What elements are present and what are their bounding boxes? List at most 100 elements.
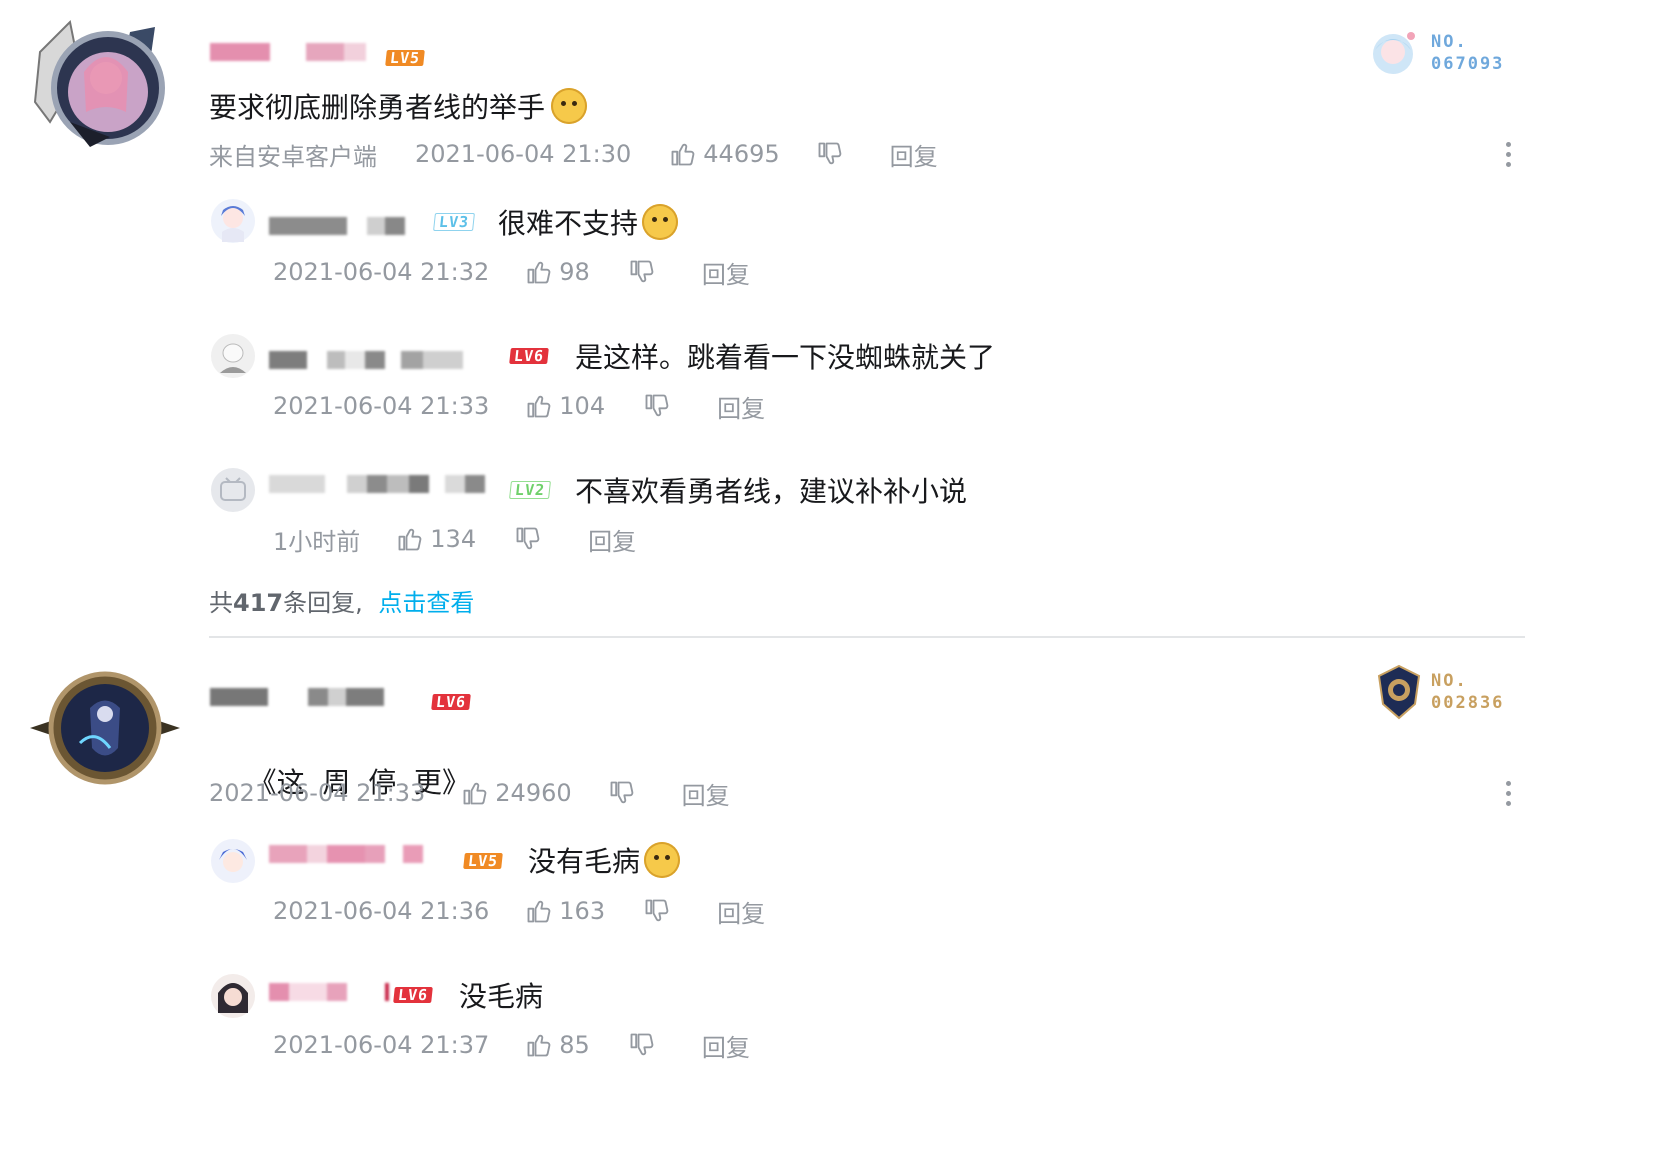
level-badge-text: LV5: [385, 49, 425, 67]
reply-button[interactable]: 回复: [717, 389, 765, 424]
reply-button[interactable]: 回复: [702, 255, 750, 290]
view-all-replies-link[interactable]: 点击查看: [378, 589, 474, 617]
fan-badge: NO. 002836: [1375, 664, 1504, 720]
reply-avatar[interactable]: [210, 333, 256, 383]
dislike-button[interactable]: [608, 779, 636, 807]
like-count: 163: [559, 897, 606, 925]
dislike-button[interactable]: [816, 140, 844, 168]
level-badge-text: LV3: [433, 213, 476, 231]
reply-button[interactable]: 回复: [890, 137, 938, 172]
reply-button[interactable]: 回复: [682, 776, 730, 811]
reply-button[interactable]: 回复: [588, 522, 636, 557]
reply-meta: 2021-06-04 21:37 85 回复: [273, 1028, 750, 1063]
thumb-down-icon: [608, 779, 636, 807]
reply-username[interactable]: [269, 980, 389, 1004]
fan-badge-label: NO.: [1431, 671, 1468, 691]
thumb-down-icon: [628, 1031, 656, 1059]
thumb-up-icon: [669, 140, 697, 168]
doge-emoji: [551, 88, 588, 124]
like-count: 104: [559, 392, 606, 420]
thumb-up-icon: [525, 897, 553, 925]
thumb-up-icon: [461, 779, 489, 807]
timestamp: 2021-06-04 21:37: [273, 1031, 490, 1059]
thumb-down-icon: [816, 140, 844, 168]
level-badge-text: LV6: [393, 986, 433, 1004]
reply-username[interactable]: [269, 214, 405, 238]
like-button[interactable]: 163: [525, 897, 605, 925]
dislike-button[interactable]: [643, 897, 671, 925]
like-count: 85: [559, 1031, 590, 1059]
like-button[interactable]: 24960: [461, 779, 572, 807]
level-badge: LV6: [431, 692, 471, 711]
summary-suffix: 条回复,: [283, 589, 363, 617]
fan-badge-label: NO.: [1431, 32, 1468, 52]
reply-content: 很难不支持: [498, 207, 639, 240]
fan-badge-number: 002836: [1431, 693, 1505, 713]
like-count: 98: [559, 258, 590, 286]
timestamp: 2021-06-04 21:30: [415, 140, 632, 168]
dislike-button[interactable]: [628, 258, 656, 286]
comment-text: 要求彻底删除勇者线的举手: [209, 86, 588, 126]
summary-prefix: 共: [209, 589, 233, 617]
reply-button[interactable]: 回复: [702, 1028, 750, 1063]
reply-button[interactable]: 回复: [717, 894, 765, 929]
reply-avatar[interactable]: [210, 973, 256, 1023]
more-menu-icon[interactable]: [1504, 142, 1512, 167]
fan-badge-icon: [1373, 32, 1415, 74]
dislike-button[interactable]: [514, 525, 542, 553]
reply-content: 没毛病: [459, 980, 544, 1013]
reply-meta: 2021-06-04 21:33 104 回复: [273, 389, 765, 424]
reply-username[interactable]: [269, 842, 423, 866]
reply-text: 不喜欢看勇者线，建议补补小说: [575, 470, 967, 510]
reply-text: 没毛病: [459, 975, 543, 1015]
avatar[interactable]: [30, 668, 180, 788]
avatar[interactable]: [30, 12, 180, 152]
like-button[interactable]: 44695: [669, 140, 780, 168]
reply-avatar[interactable]: [210, 838, 256, 888]
reply-count: 417: [233, 589, 284, 617]
timestamp: 2021-06-04 21:33: [209, 779, 426, 807]
like-button[interactable]: 134: [396, 525, 476, 553]
username[interactable]: [210, 40, 366, 64]
like-count: 24960: [495, 779, 572, 807]
level-badge: LV5: [463, 851, 503, 870]
thumb-down-icon: [643, 392, 671, 420]
thumb-down-icon: [628, 258, 656, 286]
like-count: 44695: [703, 140, 780, 168]
timestamp: 2021-06-04 21:33: [273, 392, 490, 420]
thumb-up-icon: [396, 525, 424, 553]
like-button[interactable]: 85: [525, 1031, 590, 1059]
comment-meta: 来自安卓客户端 2021-06-04 21:30 44695 回复: [209, 137, 938, 172]
like-button[interactable]: 104: [525, 392, 605, 420]
level-badge-text: LV6: [509, 347, 549, 365]
replies-summary: 共417条回复, 点击查看: [209, 583, 474, 618]
username[interactable]: [210, 685, 384, 709]
lion-crest-icon: [1377, 664, 1421, 720]
thinking-emoji: [644, 842, 681, 878]
dislike-button[interactable]: [643, 392, 671, 420]
reply-text: 很难不支持: [498, 202, 679, 242]
reply-username[interactable]: [269, 348, 463, 372]
reply-text: 是这样。跳着看一下没蜘蛛就关了: [575, 336, 995, 376]
thumb-up-icon: [525, 1031, 553, 1059]
more-menu-icon[interactable]: [1504, 781, 1512, 806]
thumb-down-icon: [514, 525, 542, 553]
level-badge: LV6: [393, 985, 433, 1004]
reply-content: 没有毛病: [528, 845, 641, 878]
comment-divider: [209, 636, 1525, 638]
like-button[interactable]: 98: [525, 258, 590, 286]
timestamp: 2021-06-04 21:36: [273, 897, 490, 925]
reply-username[interactable]: [269, 472, 485, 496]
level-badge-text: LV6: [431, 693, 471, 711]
doge-rose-emoji: [642, 204, 679, 240]
reply-avatar[interactable]: [210, 467, 256, 517]
level-badge: LV5: [385, 48, 425, 67]
reply-meta: 2021-06-04 21:32 98 回复: [273, 255, 750, 290]
comment-content: 要求彻底删除勇者线的举手: [209, 91, 546, 124]
reply-content: 不喜欢看勇者线，建议补补小说: [575, 475, 968, 508]
client-source: 来自安卓客户端: [209, 142, 377, 171]
dislike-button[interactable]: [628, 1031, 656, 1059]
thumb-up-icon: [525, 392, 553, 420]
reply-avatar[interactable]: [210, 198, 256, 248]
level-badge: LV2: [509, 480, 552, 499]
